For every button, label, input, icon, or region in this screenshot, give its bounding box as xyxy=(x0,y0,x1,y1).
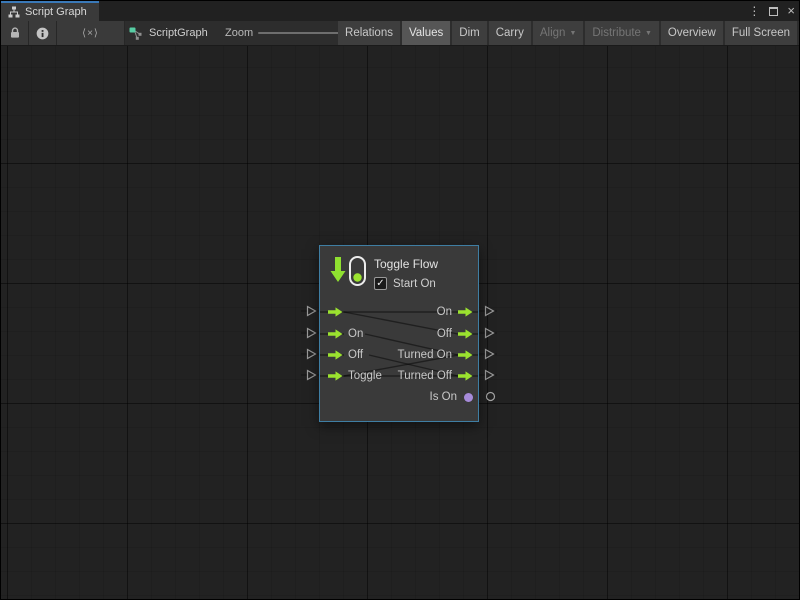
toggle-flow-node[interactable]: Toggle Flow ✓ Start On On Off xyxy=(319,245,479,422)
input-connector-triangle[interactable] xyxy=(306,305,317,317)
node-header: Toggle Flow ✓ Start On xyxy=(329,255,438,290)
graph-canvas[interactable]: Toggle Flow ✓ Start On On Off xyxy=(1,46,800,600)
input-port-enter[interactable] xyxy=(328,304,348,320)
output-port-turned-off[interactable]: Turned Off xyxy=(398,368,473,384)
graph-breadcrumb[interactable]: ScriptGraph xyxy=(129,21,208,45)
output-connector-circle[interactable] xyxy=(485,391,496,402)
window-menu-icon[interactable]: ⋮ xyxy=(748,1,760,21)
output-port-off[interactable]: Off xyxy=(437,326,473,342)
start-on-checkbox[interactable]: ✓ xyxy=(374,277,387,290)
flow-arrow-icon xyxy=(458,350,473,360)
distribute-button[interactable]: Distribute ▼ xyxy=(585,21,659,45)
carry-button[interactable]: Carry xyxy=(489,21,531,45)
node-title: Toggle Flow xyxy=(374,257,438,271)
maximize-icon[interactable] xyxy=(769,7,778,16)
dim-button[interactable]: Dim xyxy=(452,21,486,45)
relations-button[interactable]: Relations xyxy=(338,21,400,45)
align-button[interactable]: Align ▼ xyxy=(533,21,584,45)
output-connector-triangle[interactable] xyxy=(484,305,495,317)
info-icon xyxy=(36,27,49,40)
flow-arrow-icon xyxy=(458,329,473,339)
graph-toolbar: ⟨×⟩ ScriptGraph Zoom 1x Relations Values… xyxy=(1,21,799,46)
input-port-off[interactable]: Off xyxy=(328,347,363,363)
flow-arrow-icon xyxy=(458,371,473,381)
info-button[interactable] xyxy=(29,21,57,45)
zoom-label: Zoom xyxy=(225,21,253,45)
flow-arrow-icon xyxy=(458,307,473,317)
script-graph-window: Script Graph ⋮ × xyxy=(0,0,800,600)
output-port-turned-on[interactable]: Turned On xyxy=(397,347,473,363)
zoom-slider-track[interactable] xyxy=(258,32,350,34)
fullscreen-button[interactable]: Full Screen xyxy=(725,21,797,45)
flow-arrow-icon xyxy=(328,307,343,317)
flow-arrow-icon xyxy=(328,329,343,339)
input-connector-triangle[interactable] xyxy=(306,369,317,381)
input-connector-triangle[interactable] xyxy=(306,348,317,360)
lock-button[interactable] xyxy=(1,21,29,45)
input-port-toggle[interactable]: Toggle xyxy=(328,368,382,384)
graph-hierarchy-icon xyxy=(8,6,20,18)
tab-bar: Script Graph ⋮ × xyxy=(1,1,799,21)
input-port-on[interactable]: On xyxy=(328,326,363,342)
code-preview-button[interactable]: ⟨×⟩ xyxy=(57,21,125,45)
output-connector-triangle[interactable] xyxy=(484,348,495,360)
script-graph-icon xyxy=(129,26,143,40)
values-button[interactable]: Values xyxy=(402,21,450,45)
tab-script-graph[interactable]: Script Graph xyxy=(1,1,99,21)
tab-title: Script Graph xyxy=(25,6,87,18)
toggle-flow-icon xyxy=(329,255,367,289)
output-port-is-on[interactable]: Is On xyxy=(430,389,473,405)
lock-icon xyxy=(9,27,21,39)
chevron-down-icon: ▼ xyxy=(645,30,652,37)
output-port-on[interactable]: On xyxy=(437,304,473,320)
boolean-port-icon xyxy=(464,393,473,402)
output-connector-triangle[interactable] xyxy=(484,369,495,381)
output-connector-triangle[interactable] xyxy=(484,327,495,339)
overview-button[interactable]: Overview xyxy=(661,21,723,45)
flow-arrow-icon xyxy=(328,350,343,360)
input-connector-triangle[interactable] xyxy=(306,327,317,339)
chevron-down-icon: ▼ xyxy=(569,30,576,37)
code-icon: ⟨×⟩ xyxy=(82,28,99,39)
graph-name: ScriptGraph xyxy=(149,27,208,39)
checkbox-label: Start On xyxy=(393,278,436,290)
flow-arrow-icon xyxy=(328,371,343,381)
close-icon[interactable]: × xyxy=(787,1,795,21)
